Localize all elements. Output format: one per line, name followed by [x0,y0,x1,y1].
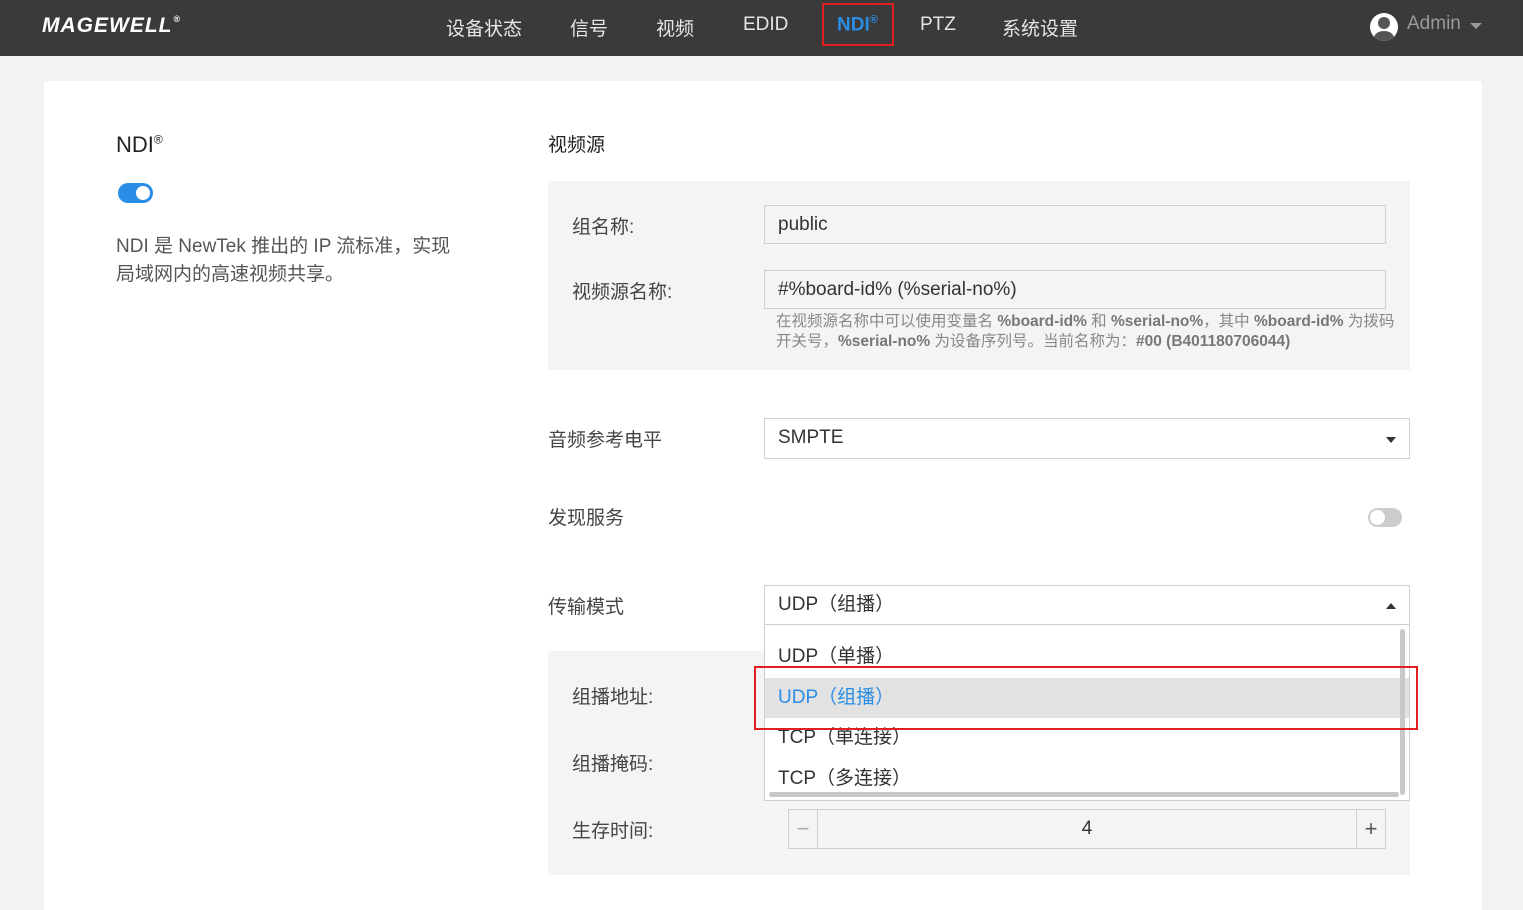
discovery-label: 发现服务 [548,508,625,529]
dropdown-horizontal-scrollbar[interactable] [769,792,1399,797]
audio-ref-select[interactable]: SMPTE [764,418,1410,459]
nav-video[interactable]: 视频 [656,14,694,41]
chevron-down-icon [1386,437,1396,443]
nav-device-status[interactable]: 设备状态 [446,14,522,41]
magewell-logo[interactable]: MAGEWELL® [42,14,181,38]
ndi-description: NDI 是 NewTek 推出的 IP 流标准，实现局域网内的高速视频共享。 [116,236,451,285]
ttl-stepper: − 4 + [788,809,1386,849]
source-name-hint: 在视频源名称中可以使用变量名 %board-id% 和 %serial-no%，… [776,313,1395,350]
transport-mode-label: 传输模式 [548,597,625,618]
nav-system-settings[interactable]: 系统设置 [1002,14,1078,41]
source-name-input[interactable]: #%board-id% (%serial-no%) [764,270,1386,309]
nav-signal[interactable]: 信号 [570,14,608,41]
ndi-title: NDI® [116,132,163,157]
multicast-mask-label: 组播掩码: [572,754,654,775]
selected-option-highlight-box [754,666,1418,730]
user-avatar-icon [1370,13,1398,41]
ttl-decrement-button[interactable]: − [789,810,818,848]
ttl-increment-button[interactable]: + [1356,810,1385,848]
ttl-label: 生存时间: [572,821,654,842]
nav-ptz[interactable]: PTZ [920,14,956,36]
discovery-toggle[interactable] [1368,508,1402,527]
nav-ndi-highlight-box [822,3,894,46]
ttl-value[interactable]: 4 [819,810,1355,848]
video-source-section-title: 视频源 [548,135,606,156]
chevron-down-icon [1470,23,1482,29]
user-name: Admin [1407,13,1461,34]
ndi-enable-toggle[interactable] [118,183,153,203]
top-navigation-bar: MAGEWELL® 设备状态 信号 视频 EDID NDI® PTZ 系统设置 … [0,0,1523,56]
audio-ref-label: 音频参考电平 [548,430,663,451]
group-name-input[interactable]: public [764,205,1386,244]
transport-mode-select[interactable]: UDP（组播） [764,585,1410,625]
chevron-up-icon [1386,603,1396,609]
nav-edid[interactable]: EDID [743,14,788,36]
source-name-label: 视频源名称: [572,282,673,303]
group-name-label: 组名称: [572,217,635,238]
multicast-address-label: 组播地址: [572,687,654,708]
